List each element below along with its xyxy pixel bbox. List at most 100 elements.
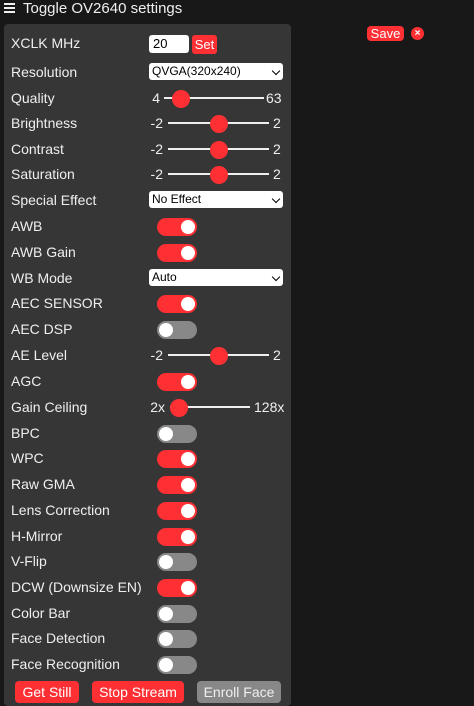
contrast-max: 2 [273, 141, 281, 157]
special-effect-select[interactable]: No Effect [149, 191, 283, 208]
face-recognition-label: Face Recognition [11, 656, 120, 672]
ae-level-label: AE Level [11, 347, 68, 363]
saturation-min: -2 [150, 166, 163, 182]
awb-toggle[interactable] [157, 218, 197, 236]
settings-toggle-title[interactable]: Toggle OV2640 settings [23, 0, 182, 18]
brightness-row: Brightness -2 2 [4, 110, 291, 136]
awb-label: AWB [11, 218, 43, 234]
save-button[interactable]: Save [367, 26, 404, 41]
resolution-row: Resolution QVGA(320x240) [4, 59, 291, 85]
agc-row: AGC [4, 368, 291, 394]
face-detection-row: Face Detection [4, 625, 291, 651]
wpc-toggle[interactable] [157, 450, 197, 468]
chevron-down-icon [269, 269, 283, 286]
wpc-label: WPC [11, 450, 44, 466]
bpc-row: BPC [4, 420, 291, 446]
h-mirror-row: H-Mirror [4, 523, 291, 549]
saturation-max: 2 [273, 166, 281, 182]
awb-row: AWB [4, 213, 291, 239]
aec-dsp-toggle[interactable] [157, 321, 197, 339]
face-recognition-row: Face Recognition [4, 651, 291, 677]
awb-gain-row: AWB Gain [4, 239, 291, 265]
quality-min: 4 [152, 90, 160, 106]
saturation-label: Saturation [11, 166, 75, 182]
special-effect-value: No Effect [152, 192, 202, 206]
v-flip-row: V-Flip [4, 548, 291, 574]
chevron-down-icon [269, 63, 283, 80]
hamburger-menu-icon[interactable] [4, 2, 15, 13]
awb-gain-label: AWB Gain [11, 244, 76, 260]
bpc-toggle[interactable] [157, 425, 197, 443]
gain-ceiling-slider-thumb[interactable] [170, 399, 188, 417]
aec-dsp-row: AEC DSP [4, 316, 291, 342]
aec-sensor-row: AEC SENSOR [4, 290, 291, 316]
v-flip-toggle[interactable] [157, 553, 197, 571]
color-bar-label: Color Bar [11, 605, 71, 621]
gain-ceiling-min: 2x [150, 399, 165, 415]
brightness-max: 2 [273, 115, 281, 131]
contrast-slider-thumb[interactable] [210, 141, 228, 159]
close-icon[interactable]: × [411, 27, 424, 40]
bpc-label: BPC [11, 425, 40, 441]
dcw-row: DCW (Downsize EN) [4, 574, 291, 600]
special-effect-row: Special Effect No Effect [4, 187, 291, 213]
get-still-button[interactable]: Get Still [15, 681, 79, 703]
lens-correction-row: Lens Correction [4, 497, 291, 523]
wb-mode-select[interactable]: Auto [149, 269, 283, 286]
lens-correction-toggle[interactable] [157, 502, 197, 520]
aec-dsp-label: AEC DSP [11, 321, 73, 337]
stop-stream-button[interactable]: Stop Stream [92, 681, 184, 703]
top-bar: Toggle OV2640 settings [0, 0, 474, 20]
agc-label: AGC [11, 373, 42, 389]
brightness-slider-thumb[interactable] [210, 115, 228, 133]
xclk-row: XCLK MHz 20 Set [4, 24, 291, 64]
brightness-label: Brightness [11, 115, 78, 131]
gain-ceiling-row: Gain Ceiling 2x 128x [4, 394, 291, 420]
chevron-down-icon [269, 191, 283, 208]
color-bar-row: Color Bar [4, 600, 291, 626]
xclk-set-button[interactable]: Set [192, 35, 217, 54]
special-effect-label: Special Effect [11, 192, 97, 208]
resolution-label: Resolution [11, 64, 78, 80]
agc-toggle[interactable] [157, 373, 197, 391]
awb-gain-toggle[interactable] [157, 244, 197, 262]
quality-slider-thumb[interactable] [172, 90, 190, 108]
xclk-input[interactable]: 20 [149, 35, 189, 53]
gain-ceiling-label: Gain Ceiling [11, 399, 88, 415]
saturation-slider-thumb[interactable] [210, 166, 228, 184]
contrast-label: Contrast [11, 141, 64, 157]
ae-level-max: 2 [273, 347, 281, 363]
quality-max: 63 [266, 90, 282, 106]
face-detection-label: Face Detection [11, 630, 106, 646]
settings-panel: XCLK MHz 20 Set Resolution QVGA(320x240)… [4, 24, 291, 706]
wb-mode-label: WB Mode [11, 270, 73, 286]
h-mirror-label: H-Mirror [11, 528, 63, 544]
v-flip-label: V-Flip [11, 553, 47, 569]
gain-ceiling-max: 128x [254, 399, 285, 415]
ae-level-row: AE Level -2 2 [4, 342, 291, 368]
ae-level-min: -2 [150, 347, 163, 363]
dcw-toggle[interactable] [157, 579, 197, 597]
face-detection-toggle[interactable] [157, 630, 197, 648]
wb-mode-value: Auto [152, 270, 177, 284]
face-recognition-toggle[interactable] [157, 656, 197, 674]
contrast-row: Contrast -2 2 [4, 136, 291, 162]
wb-mode-row: WB Mode Auto [4, 265, 291, 291]
h-mirror-toggle[interactable] [157, 528, 197, 546]
resolution-select[interactable]: QVGA(320x240) [149, 63, 283, 80]
contrast-min: -2 [150, 141, 163, 157]
quality-row: Quality 4 63 [4, 85, 291, 111]
wpc-row: WPC [4, 445, 291, 471]
enroll-face-button[interactable]: Enroll Face [197, 681, 281, 703]
xclk-label: XCLK MHz [11, 35, 81, 51]
raw-gma-row: Raw GMA [4, 471, 291, 497]
raw-gma-label: Raw GMA [11, 476, 75, 492]
raw-gma-toggle[interactable] [157, 476, 197, 494]
aec-sensor-toggle[interactable] [157, 295, 197, 313]
aec-sensor-label: AEC SENSOR [11, 295, 103, 311]
ae-level-slider-thumb[interactable] [210, 347, 228, 365]
dcw-label: DCW (Downsize EN) [11, 579, 142, 595]
saturation-row: Saturation -2 2 [4, 161, 291, 187]
color-bar-toggle[interactable] [157, 605, 197, 623]
lens-correction-label: Lens Correction [11, 502, 110, 518]
